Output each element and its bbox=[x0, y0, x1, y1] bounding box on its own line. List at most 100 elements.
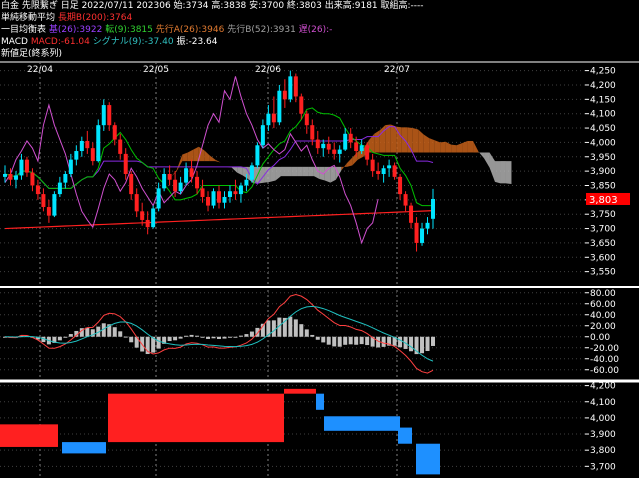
ichimoku-cloud-segment bbox=[462, 140, 468, 153]
candle-body bbox=[156, 188, 161, 209]
y-tick-label: 4,000 bbox=[590, 414, 616, 424]
candle-body bbox=[255, 145, 260, 166]
ichimoku-cloud-segment bbox=[297, 166, 303, 177]
candle-body bbox=[310, 125, 315, 140]
date-label: 22/05 bbox=[143, 65, 169, 75]
macd-histogram-bar bbox=[112, 327, 117, 337]
candle-body bbox=[173, 179, 178, 192]
macd-histogram-bar bbox=[420, 336, 425, 354]
candle-body bbox=[359, 145, 364, 152]
candle-body bbox=[260, 125, 265, 146]
y-tick-label: 3,800 bbox=[590, 446, 616, 456]
ichimoku-cloud-segment bbox=[379, 125, 386, 153]
candle-body bbox=[337, 149, 342, 154]
macd-histogram-bar bbox=[348, 336, 353, 345]
candle-body bbox=[332, 149, 337, 154]
y-tick-label: 3,900 bbox=[590, 430, 616, 440]
macd-histogram-bar bbox=[249, 331, 254, 337]
candle-body bbox=[8, 174, 13, 180]
macd-histogram-bar bbox=[299, 324, 304, 337]
candle-body bbox=[398, 176, 403, 195]
macd-histogram-bar bbox=[343, 336, 348, 345]
candle-body bbox=[271, 113, 276, 123]
ichimoku-cloud-segment bbox=[505, 161, 512, 185]
ichimoku-cloud-segment bbox=[352, 151, 358, 166]
macd-histogram-bar bbox=[310, 334, 315, 337]
ichimoku-cloud-segment bbox=[346, 157, 353, 167]
candle-body bbox=[233, 191, 238, 195]
macd-histogram-bar bbox=[359, 336, 364, 345]
macd-histogram-bar bbox=[68, 334, 73, 337]
new-price-block bbox=[284, 388, 316, 394]
candle-body bbox=[249, 165, 254, 180]
macd-histogram-bar bbox=[63, 336, 68, 338]
candle-body bbox=[403, 194, 408, 206]
ichimoku-cloud-segment bbox=[341, 163, 347, 171]
macd-histogram-bar bbox=[211, 336, 216, 339]
candle-body bbox=[167, 174, 172, 180]
candle-body bbox=[288, 76, 293, 100]
candle-body bbox=[189, 168, 194, 177]
y-tick-label: 3,850 bbox=[590, 181, 616, 191]
ichimoku-cloud-segment bbox=[374, 130, 380, 153]
candle-body bbox=[140, 211, 145, 220]
candle-body bbox=[244, 179, 249, 186]
macd-histogram-bar bbox=[354, 336, 359, 345]
candle-body bbox=[321, 143, 326, 149]
ichimoku-cloud-segment bbox=[204, 150, 210, 162]
macd-histogram-bar bbox=[85, 327, 90, 337]
candle-body bbox=[52, 194, 57, 216]
candle-body bbox=[420, 228, 425, 243]
macd-histogram-bar bbox=[222, 336, 227, 339]
ichimoku-cloud-segment bbox=[500, 161, 506, 184]
macd-histogram-bar bbox=[206, 336, 211, 339]
macd-line bbox=[4, 293, 434, 374]
macd-histogram-bar bbox=[337, 336, 342, 347]
candle-body bbox=[184, 168, 189, 183]
ichimoku-cloud-segment bbox=[429, 138, 435, 153]
new-price-block bbox=[62, 442, 106, 454]
ichimoku-cloud-segment bbox=[182, 152, 188, 162]
y-tick-label: 3,750 bbox=[590, 210, 616, 220]
candle-body bbox=[145, 219, 150, 228]
macd-histogram-bar bbox=[156, 336, 161, 349]
candle-body bbox=[238, 185, 243, 195]
candle-body bbox=[387, 165, 392, 169]
candle-body bbox=[414, 222, 419, 243]
candle-body bbox=[46, 207, 51, 216]
macd-histogram-bar bbox=[315, 336, 320, 340]
candle-body bbox=[370, 159, 375, 172]
ichimoku-cloud-segment bbox=[286, 166, 292, 177]
macd-histogram-bar bbox=[129, 336, 134, 343]
macd-histogram-bar bbox=[288, 316, 293, 337]
macd-histogram-bar bbox=[321, 336, 326, 343]
macd-histogram-bar bbox=[304, 329, 309, 337]
macd-histogram-bar bbox=[381, 336, 386, 347]
ichimoku-cloud-segment bbox=[149, 184, 155, 189]
candle-body bbox=[266, 113, 271, 126]
chart-canvas[interactable]: 22/04 22/05 22/06 22/07 3,550 3,600 3,650 3,700… bbox=[0, 0, 639, 478]
ichimoku-cloud-segment bbox=[423, 134, 430, 153]
ichimoku-cloud-segment bbox=[330, 166, 336, 183]
ichimoku-cloud-segment bbox=[83, 174, 89, 176]
ichimoku-cloud-segment bbox=[456, 143, 463, 153]
candle-body bbox=[206, 196, 211, 206]
ichimoku-cloud-segment bbox=[308, 166, 314, 177]
candle-body bbox=[151, 208, 156, 228]
macd-histogram-bar bbox=[398, 336, 403, 348]
ichimoku-cloud-segment bbox=[473, 140, 479, 153]
candle-body bbox=[41, 194, 46, 208]
new-price-block bbox=[316, 393, 324, 410]
candle-body bbox=[118, 139, 123, 154]
ichimoku-cloud-segment bbox=[209, 155, 216, 162]
ichimoku-cloud-segment bbox=[335, 166, 342, 180]
ichimoku-cloud-segment bbox=[412, 128, 419, 153]
y-tick-label: 3,950 bbox=[590, 153, 616, 163]
candle-body bbox=[107, 105, 112, 126]
ichimoku-cloud-segment bbox=[484, 152, 490, 168]
ichimoku-cloud-segment bbox=[187, 149, 194, 162]
candle-body bbox=[299, 96, 304, 114]
y-tick-label: 4,150 bbox=[590, 95, 616, 105]
y-tick-label: 4,100 bbox=[590, 110, 616, 120]
macd-histogram-bar bbox=[425, 336, 430, 352]
